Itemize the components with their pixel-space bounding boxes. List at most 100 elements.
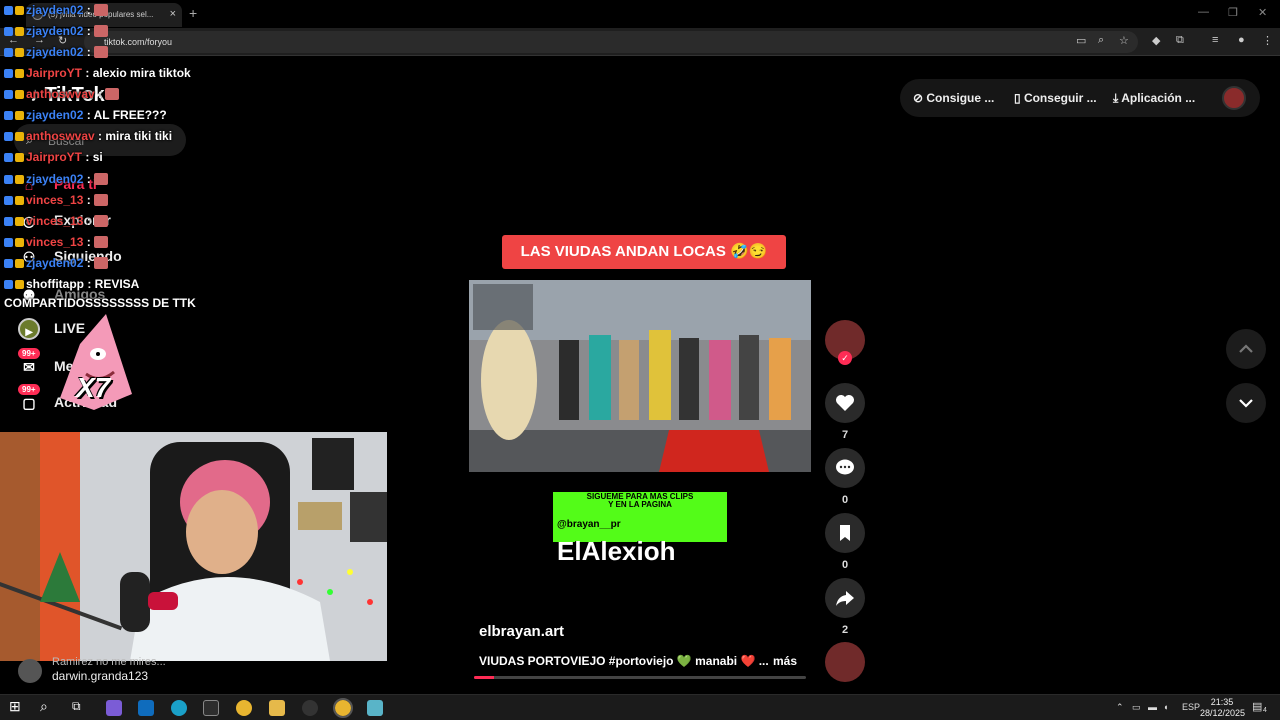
chat-message: zjayden02 :	[4, 172, 109, 186]
zoom-icon[interactable]: ⌕	[1098, 34, 1104, 47]
save-button[interactable]	[825, 513, 865, 553]
bookmark-star-icon[interactable]: ☆	[1119, 34, 1129, 47]
crown-badge-icon	[15, 27, 24, 36]
chat-separator: :	[82, 150, 93, 164]
comment-count: 0	[841, 494, 849, 506]
profile-icon[interactable]: ●	[1238, 34, 1245, 46]
obs-icon[interactable]	[302, 700, 318, 716]
chat-separator: :	[83, 24, 95, 38]
emote-icon	[94, 25, 109, 37]
app-icon[interactable]	[367, 700, 383, 716]
address-bar[interactable]: tiktok.com/foryou	[84, 31, 1138, 53]
chat-message: shoffitapp : REVISA	[4, 277, 139, 291]
comment-button[interactable]	[825, 448, 865, 488]
next-video-button[interactable]	[1226, 383, 1266, 423]
chat-message: anthoswvav : mira tiki tiki	[4, 129, 172, 143]
file-explorer-icon[interactable]	[269, 700, 285, 716]
chrome-taskbar-icon[interactable]	[236, 700, 252, 716]
close-window-icon[interactable]: ✕	[1258, 6, 1267, 19]
chat-separator: :	[94, 87, 106, 101]
followed-check-icon[interactable]: ✓	[838, 351, 852, 365]
chat-username: anthoswvav	[26, 129, 95, 143]
outlook-icon[interactable]	[138, 700, 154, 716]
task-view-icon[interactable]: ⧉	[72, 699, 88, 715]
comment-username[interactable]: darwin.granda123	[52, 669, 148, 683]
chat-separator: :	[83, 235, 95, 249]
network-icon[interactable]: ▭	[1132, 702, 1141, 713]
crown-badge-icon	[15, 259, 24, 268]
share-arrow-icon	[836, 591, 854, 606]
url-text: tiktok.com/foryou	[104, 37, 173, 47]
tray-expand-icon[interactable]: ⌃	[1116, 702, 1124, 713]
chat-message: zjayden02 :	[4, 24, 109, 38]
language-indicator[interactable]: ESP	[1182, 702, 1200, 712]
chat-separator: :	[83, 108, 94, 122]
store-icon[interactable]	[203, 700, 219, 716]
chrome-menu-icon[interactable]: ⋮	[1262, 34, 1273, 47]
edge-icon[interactable]	[171, 700, 187, 716]
notification-icon[interactable]: ▤	[1252, 700, 1262, 713]
video-author[interactable]: elbrayan.art	[479, 623, 564, 640]
download-app-button[interactable]: ⤓ Aplicación ...	[1113, 91, 1195, 106]
chat-username: anthoswvav	[26, 87, 95, 101]
more-button[interactable]: más	[773, 654, 797, 668]
minimize-icon[interactable]: —	[1198, 6, 1209, 18]
chat-separator: :	[83, 45, 95, 59]
extension-diamond-icon[interactable]: ◆	[1152, 34, 1160, 47]
chat-separator: :	[83, 214, 95, 228]
subscriber-badge-icon	[4, 175, 13, 184]
get-app-button[interactable]: ▯ Conseguir ...	[1014, 91, 1097, 105]
chevron-up-icon	[1239, 344, 1253, 353]
share-button[interactable]	[825, 578, 865, 618]
chat-username: zjayden02	[26, 256, 84, 270]
extensions-puzzle-icon[interactable]: ⧉	[1176, 34, 1184, 47]
chat-text: REVISA	[94, 277, 140, 291]
previous-video-button[interactable]	[1226, 329, 1266, 369]
chat-message: zjayden02 : AL FREE???	[4, 108, 167, 122]
video-clip-frame[interactable]	[469, 280, 811, 472]
like-button[interactable]	[825, 383, 865, 423]
video-description: VIUDAS PORTOVIEJO #portoviejo 💚 manabi ❤…	[479, 654, 769, 668]
emote-multiplier: X7	[76, 372, 111, 403]
video-progress-bar[interactable]	[474, 676, 806, 679]
chat-text: mira tiki tiki	[105, 129, 173, 143]
new-tab-button[interactable]: +	[189, 5, 197, 21]
kick-tagline: SIGUEME PARA MAS CLIPS Y EN LA PAGINA	[553, 492, 727, 509]
battery-icon[interactable]: ▬	[1148, 702, 1157, 712]
chat-separator: :	[83, 172, 95, 186]
copilot-icon[interactable]	[106, 700, 122, 716]
emote-icon	[94, 4, 109, 16]
windows-start-icon[interactable]: ⊞	[9, 698, 25, 714]
commenter-avatar[interactable]	[18, 659, 42, 683]
volume-icon[interactable]: ◖	[1163, 702, 1168, 712]
search-taskbar-icon[interactable]: ⌕	[40, 698, 56, 714]
profile-avatar[interactable]	[1222, 86, 1246, 110]
heart-icon	[836, 395, 854, 411]
crown-badge-icon	[15, 69, 24, 78]
subscriber-badge-icon	[4, 48, 13, 57]
kick-promo-card: SIGUEME PARA MAS CLIPS Y EN LA PAGINA @b…	[553, 492, 727, 568]
comment-text: Ramirez no me mires...	[52, 656, 166, 668]
chrome-active-icon[interactable]	[333, 698, 353, 718]
chat-username: vinces_13	[26, 214, 84, 228]
chat-separator: :	[83, 256, 95, 270]
share-count: 2	[841, 624, 849, 636]
bookmark-icon	[840, 525, 850, 541]
get-coins-button[interactable]: ⊘ Consigue ...	[913, 91, 994, 105]
download-icon: ⤓	[1113, 91, 1122, 105]
restore-icon[interactable]: ❐	[1228, 6, 1238, 19]
subscriber-badge-icon	[4, 111, 13, 120]
chat-separator: :	[83, 3, 95, 17]
subscriber-badge-icon	[4, 238, 13, 247]
subscriber-badge-icon	[4, 90, 13, 99]
taskbar-clock[interactable]: 21:35 28/12/2025	[1200, 697, 1245, 719]
media-control-icon[interactable]: ≡	[1212, 34, 1218, 46]
music-disc-avatar[interactable]	[825, 642, 865, 682]
chat-username: JairproYT	[26, 150, 83, 164]
chat-separator: :	[82, 66, 93, 80]
emote-icon	[105, 88, 120, 100]
cast-icon[interactable]: ▭	[1076, 34, 1086, 47]
emote-icon	[94, 194, 109, 206]
tab-close-button[interactable]: ×	[170, 8, 176, 20]
chat-message: JairproYT : alexio mira tiktok	[4, 66, 191, 80]
